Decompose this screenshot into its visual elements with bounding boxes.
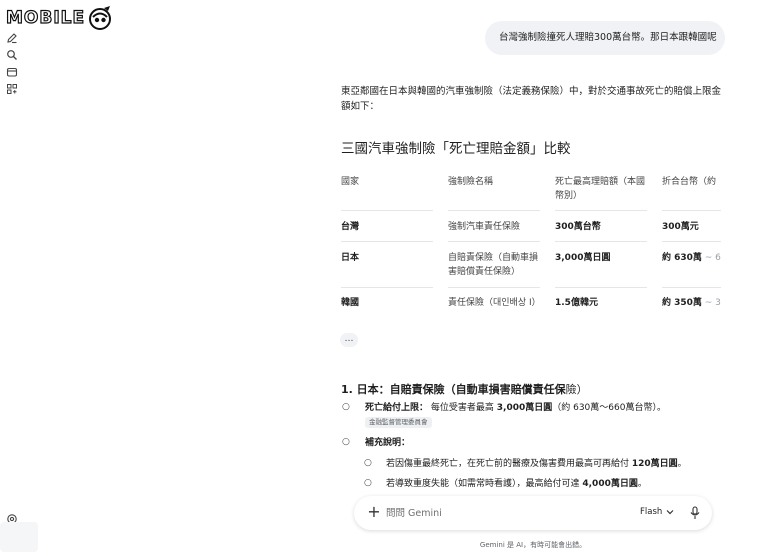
search-icon[interactable] [6, 49, 18, 61]
source-chip[interactable]: 金融監督管理委員會 [365, 417, 432, 428]
table-title: 三國汽車強制險「死亡理賠金額」比較 [341, 141, 571, 157]
list-item-text: 若導致重度失能（如需常時看護），最高給付可達 [386, 479, 583, 489]
row-twd-rest: ~ 66 [704, 253, 721, 263]
left-rail: MOBILE [0, 0, 112, 556]
chevron-down-icon[interactable] [665, 507, 675, 517]
row-amount: 1.5億韓元 [555, 298, 598, 308]
list-item-text: 每位受害者最高 [430, 403, 497, 413]
header-insurance-name: 強制險名稱 [448, 177, 494, 187]
list-item-text-end: （約 630萬～660萬台幣）。 [552, 403, 666, 413]
list-item: 死亡給付上限： 每位受害者最高 3,000萬日圓（約 630萬～660萬台幣）。 [365, 401, 666, 415]
answer-intro-block: 東亞鄰國在日本與韓國的汽車強制險（法定義務保險）中，對於交通事故死亡的賠償上限金… [341, 84, 721, 114]
list-item-label: 補充說明： [365, 438, 411, 448]
apps-icon[interactable] [6, 83, 18, 95]
row-insurance-name: 強制汽車責任保險 [448, 222, 521, 232]
row-country: 日本 [341, 253, 360, 263]
logo-text: MOBILE [5, 7, 86, 28]
list-item-emphasis: 4,000萬日圓 [582, 479, 638, 489]
bullet-icon: ○ [342, 402, 350, 412]
row-insurance-name: 責任保險（대인배상 I） [448, 298, 541, 308]
row-country: 台灣 [341, 222, 360, 232]
row-twd-main: 300萬元 [662, 222, 699, 232]
bullet-icon: ○ [364, 478, 372, 488]
list-item-text-end: 。 [677, 459, 687, 469]
list-item: 若導致重度失能（如需常時看護），最高給付可達 4,000萬日圓。 [386, 477, 647, 491]
row-insurance-name: 自賠責保險（自動車損害賠償責任保險） [448, 253, 539, 277]
row-country: 韓國 [341, 298, 360, 308]
list-item-label: 死亡給付上限： [365, 403, 429, 413]
gems-icon[interactable] [6, 66, 18, 78]
section-heading: 1. 日本：自賠責保險（自動車損害賠償責任保險） [341, 381, 588, 397]
row-twd-main: 約 350萬 [662, 298, 702, 308]
list-item: 補充說明： [365, 436, 410, 450]
row-twd-rest: ~ 36 [704, 298, 721, 308]
comparison-table: 國家 強制險名稱 死亡最高理賠額（本國幣別） 折合台幣（約 台灣 強制汽車責任保… [341, 170, 721, 320]
row-amount: 300萬台幣 [555, 222, 601, 232]
logo-face-icon [89, 6, 112, 30]
answer-intro: 東亞鄰國在日本與韓國的汽車強制險（法定義務保險）中，對於交通事故死亡的賠償上限金… [341, 86, 722, 112]
row-twd: 300萬元 [662, 220, 721, 234]
row-twd-main: 約 630萬 [662, 253, 702, 263]
row-twd: 約 630萬 ~ 66 [662, 251, 721, 265]
list-item-text: 若因傷重最終死亡，在死亡前的醫療及傷害費用最高可再給付 [386, 459, 632, 469]
prompt-composer: + Flash [354, 496, 712, 530]
model-picker[interactable]: Flash [640, 507, 662, 517]
row-twd: 約 350萬 ~ 36 [662, 296, 721, 310]
list-item: 若因傷重最終死亡，在死亡前的醫療及傷害費用最高可再給付 120萬日圓。 [386, 457, 687, 471]
add-attachment-icon[interactable]: + [366, 504, 382, 520]
microphone-icon[interactable] [689, 506, 701, 520]
header-max-payout: 死亡最高理賠額（本國幣別） [555, 177, 646, 201]
new-chat-icon[interactable] [6, 32, 18, 44]
brand-logo: MOBILE [5, 4, 146, 32]
prompt-input[interactable] [386, 505, 566, 521]
section-heading-end: 險） [565, 383, 588, 396]
list-item-text-end: 。 [637, 479, 647, 489]
table-more-button[interactable]: … [340, 333, 358, 347]
header-country: 國家 [341, 177, 360, 187]
section-heading-main: 1. 日本：自賠責保險（自動車損害賠償責任保 [341, 383, 566, 396]
list-item-emphasis: 120萬日圓 [631, 459, 678, 469]
disclaimer: Gemini 是 AI，有時可能會出錯。 [479, 541, 587, 549]
list-item-emphasis: 3,000萬日圓 [496, 403, 553, 413]
row-amount: 3,000萬日圓 [555, 253, 611, 263]
header-twd: 折合台幣（約 [662, 177, 717, 187]
bullet-icon: ○ [364, 458, 372, 468]
bullet-icon: ○ [342, 437, 350, 447]
user-message: 台灣強制險撞死人理賠300萬台幣。那日本跟韓國呢 [485, 21, 725, 55]
